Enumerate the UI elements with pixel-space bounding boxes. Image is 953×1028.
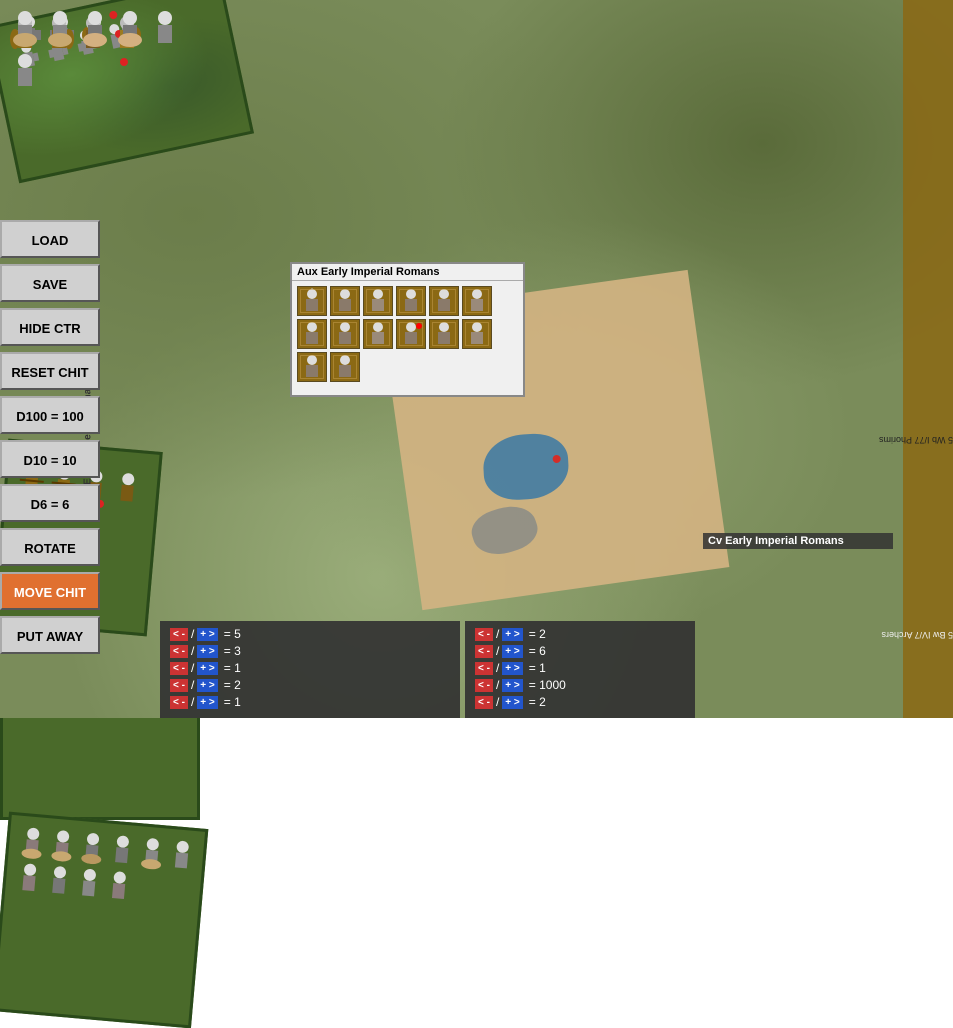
rock (467, 499, 543, 562)
stat-r-2-minus[interactable]: < - (475, 645, 493, 658)
stat-5-plus[interactable]: + > (197, 696, 217, 709)
aux-token-2[interactable] (330, 286, 360, 316)
d10-button[interactable]: D10 = 10 (0, 440, 100, 478)
stat-3-plus[interactable]: + > (197, 662, 217, 675)
stat-r-row-2: < - / + > = 6 (475, 644, 685, 658)
stat-1-plus[interactable]: + > (197, 628, 217, 641)
stat-r-2-val: = 6 (529, 644, 546, 658)
save-button[interactable]: SAVE (0, 264, 100, 302)
d100-button[interactable]: D100 = 100 (0, 396, 100, 434)
unit-tile-roman-left (0, 812, 208, 1028)
aux-token-8[interactable] (330, 319, 360, 349)
move-chit-button[interactable]: MOVE CHIT (0, 572, 100, 610)
stats-panel-right: < - / + > = 2 < - / + > = 6 < - / + > = … (465, 621, 695, 718)
stat-row-4: < - / + > = 2 (170, 678, 450, 692)
put-away-button[interactable]: PUT AWAY (0, 616, 100, 654)
stat-2-minus[interactable]: < - (170, 645, 188, 658)
aux-token-13[interactable] (297, 352, 327, 382)
d6-button[interactable]: D6 = 6 (0, 484, 100, 522)
aux-token-1[interactable] (297, 286, 327, 316)
stat-r-3-val: = 1 (529, 661, 546, 675)
stat-r-3-minus[interactable]: < - (475, 662, 493, 675)
stat-2-plus[interactable]: + > (197, 645, 217, 658)
reset-chit-button[interactable]: RESET CHIT (0, 352, 100, 390)
stat-r-4-minus[interactable]: < - (475, 679, 493, 692)
stat-r-2-plus[interactable]: + > (502, 645, 522, 658)
stat-r-3-plus[interactable]: + > (502, 662, 522, 675)
stat-r-4-val: = 1000 (529, 678, 566, 692)
aux-token-9[interactable] (363, 319, 393, 349)
stat-r-5-val: = 2 (529, 695, 546, 709)
aux-token-7[interactable] (297, 319, 327, 349)
stats-panel-left: < - / + > = 5 < - / + > = 3 < - / + > = … (160, 621, 460, 718)
aux-token-5[interactable] (429, 286, 459, 316)
stat-4-minus[interactable]: < - (170, 679, 188, 692)
stat-1-val: = 5 (224, 627, 241, 641)
stat-5-minus[interactable]: < - (170, 696, 188, 709)
stat-r-1-val: = 2 (529, 627, 546, 641)
control-panel: LOAD SAVE HIDE CTR RESET CHIT D100 = 100… (0, 220, 110, 654)
hide-ctr-button[interactable]: HIDE CTR (0, 308, 100, 346)
aux-dialog-tokens (292, 281, 523, 387)
aux-dialog: Aux Early Imperial Romans (290, 262, 525, 397)
stat-r-1-plus[interactable]: + > (502, 628, 522, 641)
side-label-top-right: 5 Wb I/77 Phorims (0, 435, 953, 445)
stat-r-row-4: < - / + > = 1000 (475, 678, 685, 692)
stat-1-minus[interactable]: < - (170, 628, 188, 641)
road (903, 0, 953, 718)
stat-4-plus[interactable]: + > (197, 679, 217, 692)
aux-token-14[interactable] (330, 352, 360, 382)
stat-r-4-plus[interactable]: + > (502, 679, 522, 692)
stat-r-5-minus[interactable]: < - (475, 696, 493, 709)
stat-5-val: = 1 (224, 695, 241, 709)
cv-label-panel: Cv Early Imperial Romans (703, 533, 893, 549)
stat-2-val: = 3 (224, 644, 241, 658)
stat-r-5-plus[interactable]: + > (502, 696, 522, 709)
aux-token-6[interactable] (462, 286, 492, 316)
stat-r-row-3: < - / + > = 1 (475, 661, 685, 675)
aux-token-11[interactable] (429, 319, 459, 349)
stat-row-5: < - / + > = 1 (170, 695, 450, 709)
stat-3-minus[interactable]: < - (170, 662, 188, 675)
stat-r-row-5: < - / + > = 2 (475, 695, 685, 709)
load-button[interactable]: LOAD (0, 220, 100, 258)
stat-row-3: < - / + > = 1 (170, 661, 450, 675)
rotate-button[interactable]: ROTATE (0, 528, 100, 566)
stat-r-1-minus[interactable]: < - (475, 628, 493, 641)
stat-r-row-1: < - / + > = 2 (475, 627, 685, 641)
aux-token-3[interactable] (363, 286, 393, 316)
stat-row-1: < - / + > = 5 (170, 627, 450, 641)
aux-token-4[interactable] (396, 286, 426, 316)
aux-token-12[interactable] (462, 319, 492, 349)
stat-4-val: = 2 (224, 678, 241, 692)
stat-3-val: = 1 (224, 661, 241, 675)
aux-dialog-title: Aux Early Imperial Romans (292, 264, 523, 281)
stat-row-2: < - / + > = 3 (170, 644, 450, 658)
aux-token-10[interactable] (396, 319, 426, 349)
